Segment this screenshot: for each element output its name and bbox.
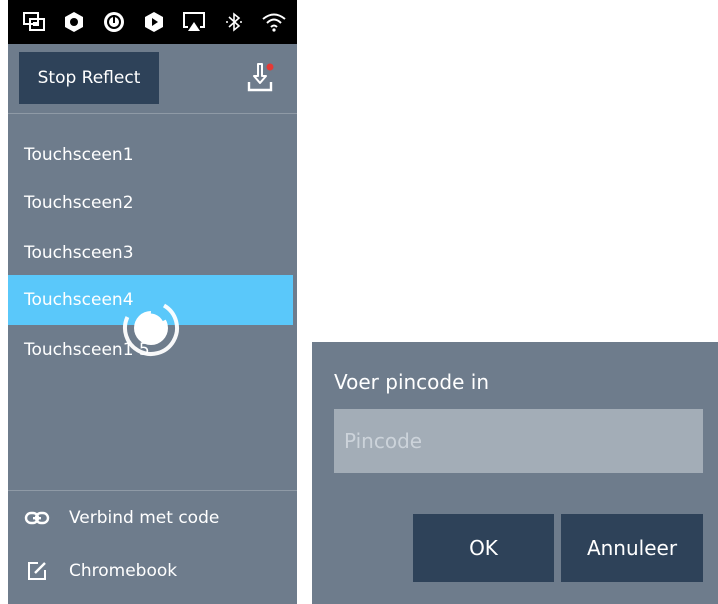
cancel-button[interactable]: Annuleer bbox=[561, 514, 703, 582]
device-label: Touchsceen2 bbox=[24, 193, 134, 213]
sidebar-header: Stop Reflect bbox=[8, 44, 297, 114]
pincode-dialog: Voer pincode in OK Annuleer bbox=[312, 342, 718, 604]
chromebook-item[interactable]: Chromebook bbox=[8, 546, 297, 596]
pincode-input[interactable] bbox=[334, 409, 703, 473]
link-icon bbox=[13, 510, 61, 526]
dialog-title: Voer pincode in bbox=[334, 370, 489, 394]
stop-reflect-button[interactable]: Stop Reflect bbox=[19, 52, 159, 104]
bottom-divider bbox=[8, 490, 297, 491]
device-label: Touchsceen1 bbox=[24, 145, 134, 165]
download-icon[interactable] bbox=[246, 62, 276, 94]
wifi-icon bbox=[254, 0, 294, 44]
connect-with-code-label: Verbind met code bbox=[69, 508, 220, 528]
app-hexagon-icon bbox=[54, 0, 94, 44]
reflect-sidebar: Stop Reflect Touchsceen1 Touchsceen2 Tou… bbox=[8, 44, 297, 604]
bluetooth-icon bbox=[214, 0, 254, 44]
airplay-icon bbox=[174, 0, 214, 44]
ok-button[interactable]: OK bbox=[413, 514, 554, 582]
device-item-touchsceen1[interactable]: Touchsceen1 bbox=[8, 130, 293, 180]
device-label: Touchsceen3 bbox=[24, 243, 134, 263]
chromebook-label: Chromebook bbox=[69, 561, 178, 581]
header-divider bbox=[8, 113, 297, 114]
status-bar bbox=[8, 0, 297, 44]
power-circle-icon bbox=[94, 0, 134, 44]
edit-icon bbox=[13, 560, 61, 582]
screen-mirror-icon bbox=[14, 0, 54, 44]
shield-app-icon bbox=[134, 0, 174, 44]
device-label: Touchsceen4 bbox=[24, 290, 134, 310]
loading-spinner-icon bbox=[121, 298, 181, 358]
device-item-touchsceen3[interactable]: Touchsceen3 bbox=[8, 228, 293, 278]
device-item-touchsceen2[interactable]: Touchsceen2 bbox=[8, 178, 293, 228]
connect-with-code-item[interactable]: Verbind met code bbox=[8, 493, 297, 543]
